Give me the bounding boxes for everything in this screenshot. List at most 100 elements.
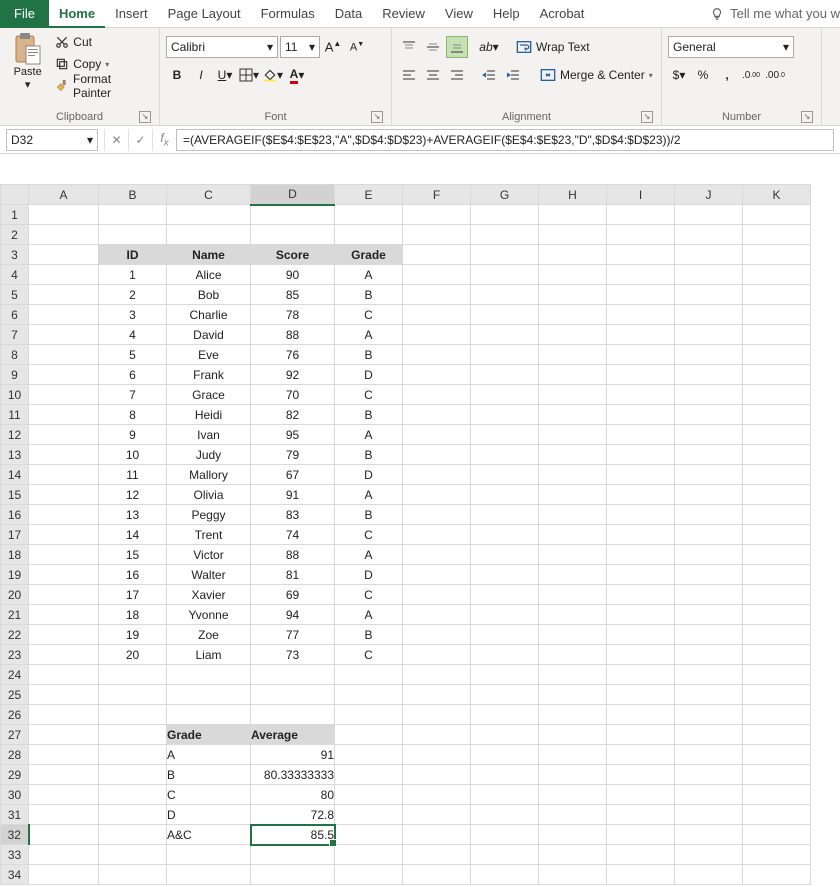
cell-F22[interactable] (403, 625, 471, 645)
cell-C32[interactable]: A&C (167, 825, 251, 845)
cell-I27[interactable] (607, 725, 675, 745)
cell-C30[interactable]: C (167, 785, 251, 805)
accounting-format-button[interactable]: $▾ (668, 64, 690, 86)
cell-H26[interactable] (539, 705, 607, 725)
align-right-button[interactable] (446, 64, 468, 86)
cell-B5[interactable]: 2 (99, 285, 167, 305)
cell-A27[interactable] (29, 725, 99, 745)
cell-E24[interactable] (335, 665, 403, 685)
cell-J17[interactable] (675, 525, 743, 545)
cell-B16[interactable]: 13 (99, 505, 167, 525)
cell-B9[interactable]: 6 (99, 365, 167, 385)
cell-A32[interactable] (29, 825, 99, 845)
cell-K16[interactable] (743, 505, 811, 525)
increase-font-button[interactable]: A▲ (322, 36, 344, 58)
tab-help[interactable]: Help (483, 0, 530, 28)
cell-A31[interactable] (29, 805, 99, 825)
cell-G11[interactable] (471, 405, 539, 425)
increase-decimal-button[interactable]: .0.00 (740, 64, 762, 86)
tab-review[interactable]: Review (372, 0, 435, 28)
cell-K18[interactable] (743, 545, 811, 565)
cell-B31[interactable] (99, 805, 167, 825)
cell-K27[interactable] (743, 725, 811, 745)
row-header-33[interactable]: 33 (1, 845, 29, 865)
cell-H24[interactable] (539, 665, 607, 685)
cell-D30[interactable]: 80 (251, 785, 335, 805)
cell-D21[interactable]: 94 (251, 605, 335, 625)
cell-H17[interactable] (539, 525, 607, 545)
cell-I12[interactable] (607, 425, 675, 445)
cell-H13[interactable] (539, 445, 607, 465)
cell-J7[interactable] (675, 325, 743, 345)
dialog-launcher-alignment[interactable]: ↘ (641, 111, 653, 123)
cell-F17[interactable] (403, 525, 471, 545)
cell-F26[interactable] (403, 705, 471, 725)
cell-H34[interactable] (539, 865, 607, 885)
cell-F34[interactable] (403, 865, 471, 885)
cell-K13[interactable] (743, 445, 811, 465)
cell-I23[interactable] (607, 645, 675, 665)
underline-button[interactable]: U▾ (214, 64, 236, 86)
number-format-combo[interactable]: General▾ (668, 36, 794, 58)
cell-B10[interactable]: 7 (99, 385, 167, 405)
cell-J19[interactable] (675, 565, 743, 585)
cell-H18[interactable] (539, 545, 607, 565)
cell-A15[interactable] (29, 485, 99, 505)
cell-G27[interactable] (471, 725, 539, 745)
cell-K30[interactable] (743, 785, 811, 805)
cell-C1[interactable] (167, 205, 251, 225)
cell-J14[interactable] (675, 465, 743, 485)
cell-G15[interactable] (471, 485, 539, 505)
cell-H8[interactable] (539, 345, 607, 365)
cell-K11[interactable] (743, 405, 811, 425)
cell-D7[interactable]: 88 (251, 325, 335, 345)
cell-K31[interactable] (743, 805, 811, 825)
cell-C6[interactable]: Charlie (167, 305, 251, 325)
cell-A17[interactable] (29, 525, 99, 545)
cell-H14[interactable] (539, 465, 607, 485)
cell-C16[interactable]: Peggy (167, 505, 251, 525)
cell-C18[interactable]: Victor (167, 545, 251, 565)
cell-A26[interactable] (29, 705, 99, 725)
font-color-button[interactable]: A▾ (286, 64, 308, 86)
cell-F7[interactable] (403, 325, 471, 345)
cell-G13[interactable] (471, 445, 539, 465)
align-top-button[interactable] (398, 36, 420, 58)
cell-J29[interactable] (675, 765, 743, 785)
cell-I6[interactable] (607, 305, 675, 325)
cell-F12[interactable] (403, 425, 471, 445)
cell-H21[interactable] (539, 605, 607, 625)
cell-G18[interactable] (471, 545, 539, 565)
cell-A14[interactable] (29, 465, 99, 485)
cell-G32[interactable] (471, 825, 539, 845)
cell-J13[interactable] (675, 445, 743, 465)
spreadsheet-grid[interactable]: ABCDEFGHIJK123IDNameScoreGrade41Alice90A… (0, 184, 840, 887)
cell-J28[interactable] (675, 745, 743, 765)
cell-G31[interactable] (471, 805, 539, 825)
cell-I9[interactable] (607, 365, 675, 385)
cell-B1[interactable] (99, 205, 167, 225)
cell-J23[interactable] (675, 645, 743, 665)
cell-B2[interactable] (99, 225, 167, 245)
cell-H9[interactable] (539, 365, 607, 385)
row-header-11[interactable]: 11 (1, 405, 29, 425)
cell-I14[interactable] (607, 465, 675, 485)
cell-G34[interactable] (471, 865, 539, 885)
cell-H6[interactable] (539, 305, 607, 325)
row-header-16[interactable]: 16 (1, 505, 29, 525)
cell-F2[interactable] (403, 225, 471, 245)
cell-G4[interactable] (471, 265, 539, 285)
merge-center-button[interactable]: Merge & Center▾ (538, 65, 655, 85)
cell-J20[interactable] (675, 585, 743, 605)
cell-H11[interactable] (539, 405, 607, 425)
cell-K21[interactable] (743, 605, 811, 625)
cell-D9[interactable]: 92 (251, 365, 335, 385)
fill-color-button[interactable]: ▾ (262, 64, 284, 86)
cell-A24[interactable] (29, 665, 99, 685)
cell-I3[interactable] (607, 245, 675, 265)
col-header-I[interactable]: I (607, 185, 675, 205)
col-header-K[interactable]: K (743, 185, 811, 205)
cell-B6[interactable]: 3 (99, 305, 167, 325)
cell-B7[interactable]: 4 (99, 325, 167, 345)
cell-K12[interactable] (743, 425, 811, 445)
